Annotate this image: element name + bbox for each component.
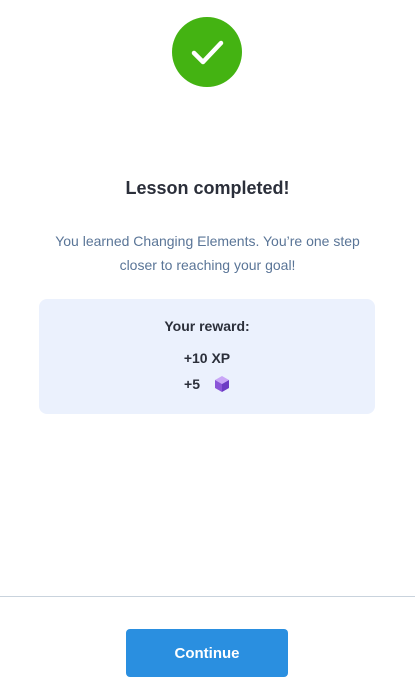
reward-xp: +10 XP bbox=[183, 350, 231, 366]
lesson-title: Lesson completed! bbox=[125, 178, 290, 198]
reward-gems: +5 bbox=[39, 375, 375, 393]
checkmark-circle-icon bbox=[172, 17, 242, 87]
footer-divider bbox=[0, 596, 415, 597]
continue-button[interactable]: Continue bbox=[126, 629, 288, 677]
gem-cube-icon bbox=[214, 375, 230, 393]
lesson-complete-screen: Lesson completed! You learned Changing E… bbox=[0, 0, 415, 699]
reward-title: Your reward: bbox=[164, 318, 250, 334]
lesson-message: You learned Changing Elements. You’re on… bbox=[55, 233, 360, 273]
checkmark-icon bbox=[191, 40, 224, 65]
reward-box: Your reward: +10 XP +5 bbox=[39, 299, 375, 414]
reward-gems-value: +5 bbox=[184, 376, 200, 392]
